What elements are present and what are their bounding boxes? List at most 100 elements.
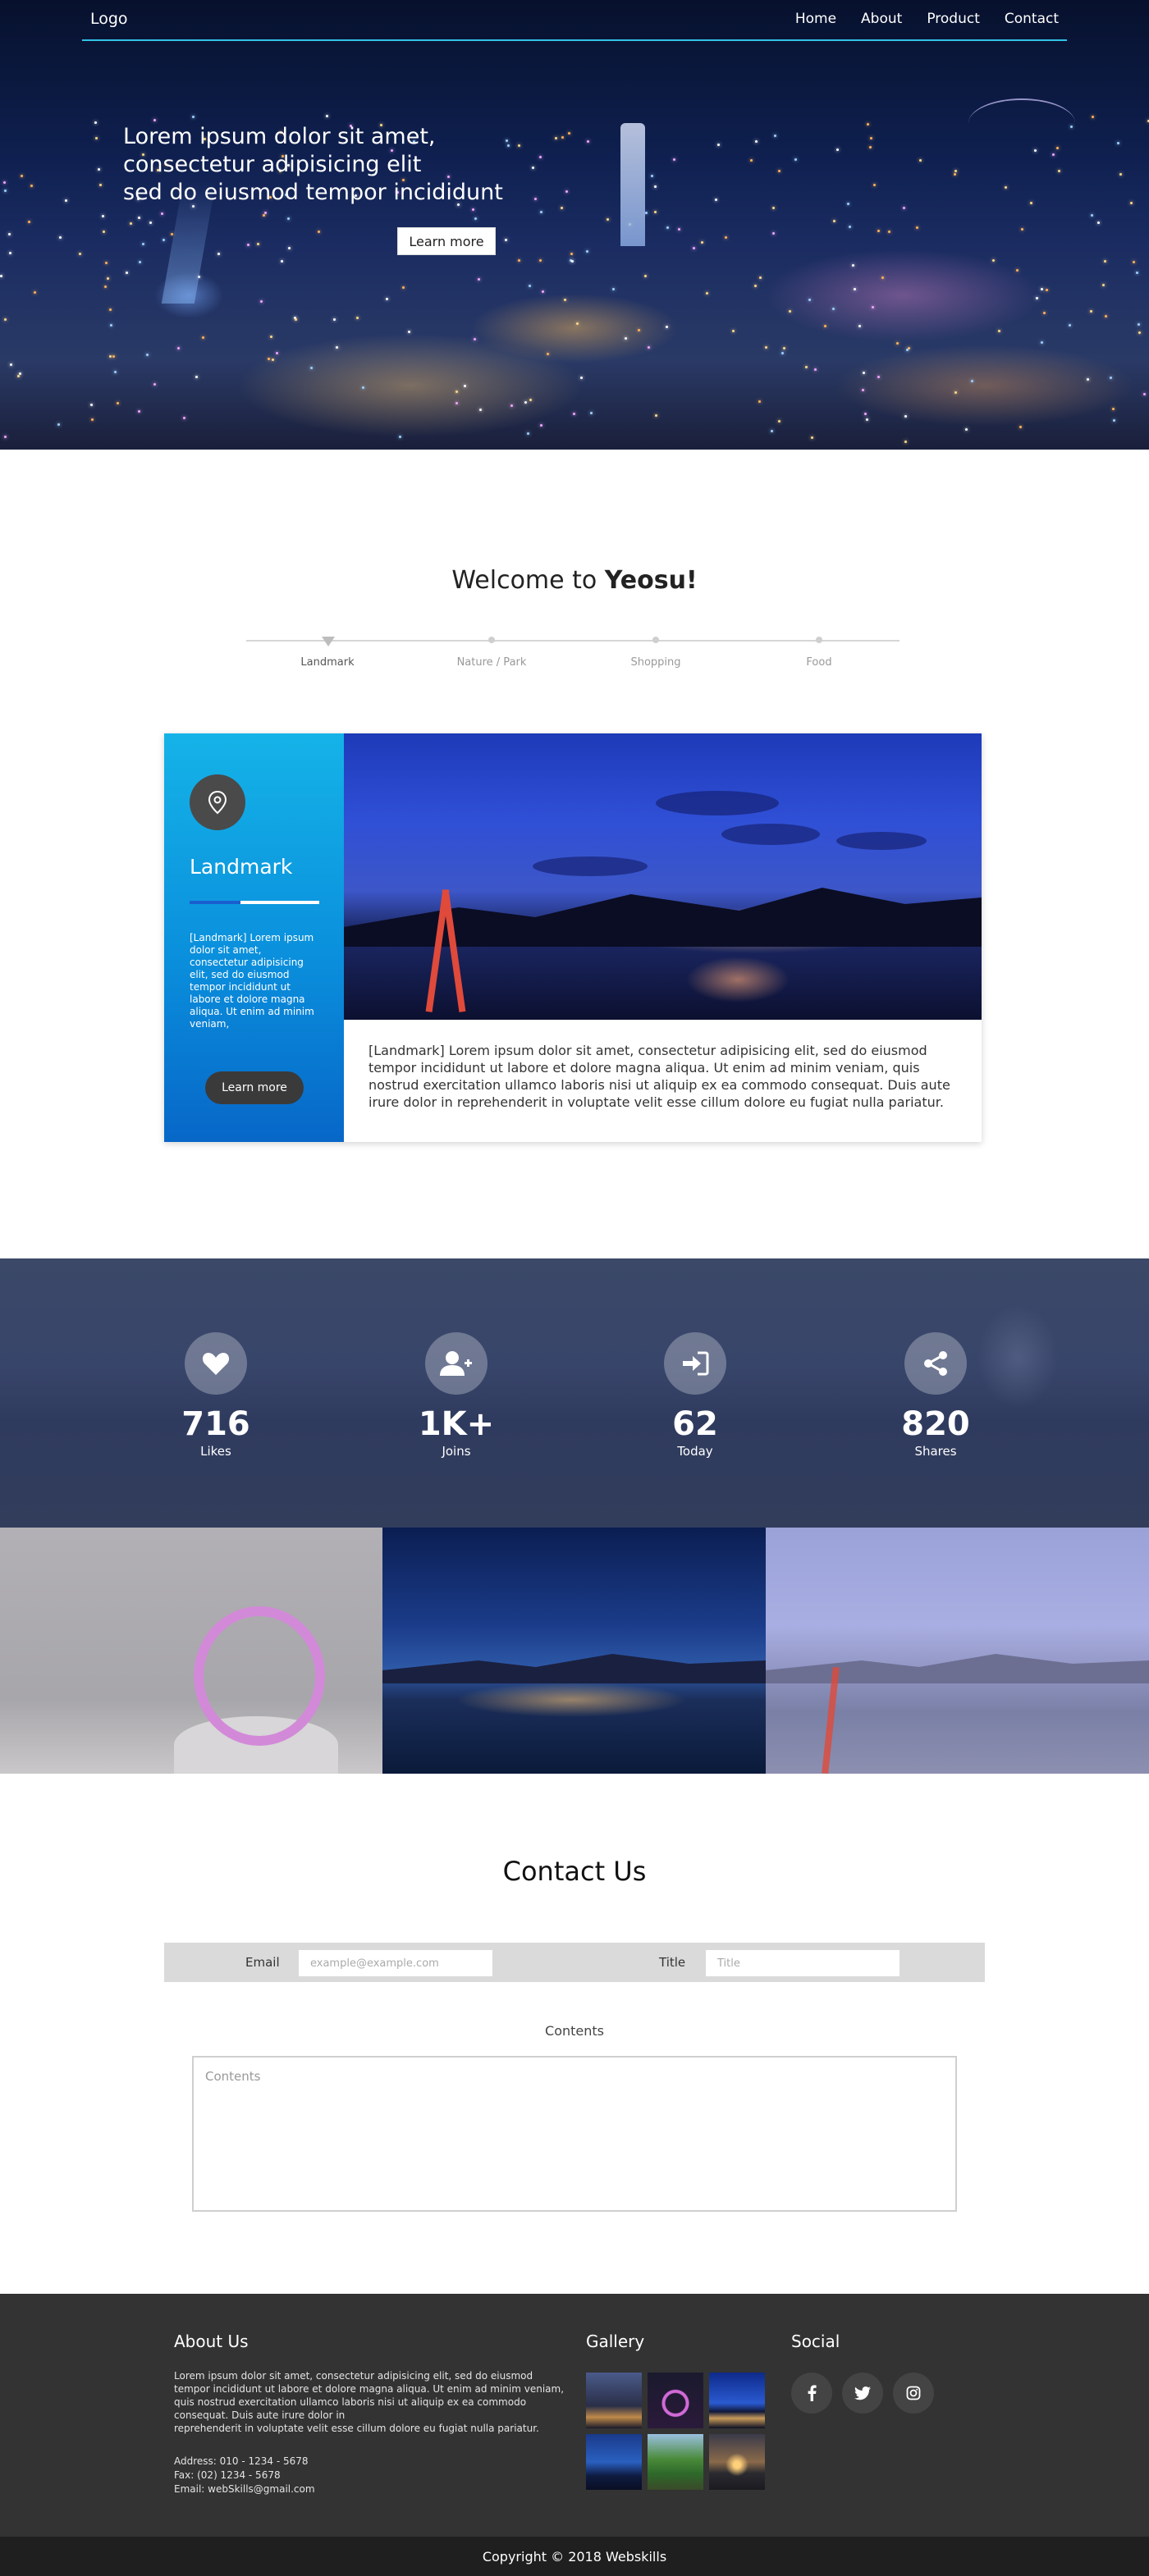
gallery-thumb[interactable]	[709, 2373, 765, 2428]
city-light	[870, 137, 872, 139]
city-light	[765, 346, 767, 349]
city-light	[4, 318, 7, 321]
city-light	[288, 247, 291, 249]
hero-section: Logo Home About Product Contact Lorem ip…	[0, 0, 1149, 450]
city-light	[1019, 426, 1022, 428]
city-light	[1021, 228, 1023, 231]
city-light	[564, 299, 566, 301]
city-light	[112, 355, 115, 358]
photo-cloud	[836, 832, 927, 850]
city-light	[651, 175, 653, 177]
city-light	[678, 228, 680, 231]
gallery-thumb[interactable]	[648, 2373, 703, 2428]
city-light	[811, 436, 813, 439]
stat-value: 820	[901, 1405, 970, 1443]
city-light	[1102, 284, 1105, 286]
city-light	[863, 372, 865, 374]
city-light	[1016, 269, 1019, 272]
city-light	[527, 432, 529, 435]
city-light	[832, 308, 835, 310]
city-light	[576, 322, 579, 325]
landmark-title: Landmark	[190, 855, 293, 879]
instagram-icon[interactable]	[893, 2373, 934, 2414]
landmark-learn-more-button[interactable]: Learn more	[205, 1071, 304, 1104]
city-light	[1041, 341, 1043, 344]
city-light	[542, 290, 544, 293]
city-light	[326, 115, 328, 117]
city-light	[103, 231, 105, 233]
tab-dot-nature	[488, 637, 495, 643]
city-light	[573, 413, 575, 415]
tab-landmark[interactable]: Landmark	[262, 656, 393, 669]
city-light	[916, 226, 918, 229]
logo[interactable]: Logo	[90, 10, 128, 28]
gallery-thumb[interactable]	[586, 2434, 642, 2490]
twitter-icon[interactable]	[842, 2373, 883, 2414]
city-light	[725, 236, 727, 239]
city-light	[754, 285, 757, 287]
city-light	[163, 239, 165, 241]
city-light	[192, 116, 195, 118]
city-light	[28, 221, 30, 223]
city-light	[896, 342, 899, 345]
nav-item-contact[interactable]: Contact	[1005, 11, 1059, 27]
city-light	[750, 159, 753, 162]
city-light	[1138, 331, 1141, 334]
city-light	[79, 253, 81, 255]
city-light	[1069, 324, 1071, 327]
hero-learn-more-button[interactable]: Learn more	[397, 227, 496, 255]
gallery-photo-ferris-wheel[interactable]	[0, 1528, 382, 1774]
city-light	[287, 217, 290, 220]
landmark-caption: [Landmark] Lorem ipsum dolor sit amet, c…	[369, 1043, 950, 1110]
city-light	[479, 409, 482, 411]
city-light	[717, 144, 720, 146]
contents-textarea[interactable]	[192, 2056, 957, 2212]
social-links	[791, 2373, 934, 2414]
facebook-icon[interactable]	[791, 2373, 832, 2414]
gallery-thumb[interactable]	[586, 2373, 642, 2428]
city-light	[666, 226, 669, 229]
nav-menu: Home About Product Contact	[795, 11, 1059, 27]
city-light	[295, 318, 297, 321]
city-light	[540, 424, 542, 427]
hero-city-lights	[0, 0, 1149, 450]
city-light	[654, 185, 657, 188]
city-light	[758, 400, 761, 403]
city-light	[529, 399, 532, 401]
city-light	[102, 215, 104, 217]
city-light	[1119, 173, 1122, 176]
tab-food[interactable]: Food	[753, 656, 885, 669]
stat-label: Likes	[200, 1444, 231, 1459]
city-light	[805, 366, 808, 368]
city-light	[1104, 260, 1106, 263]
gallery-photo-night-harbor[interactable]	[382, 1528, 766, 1774]
gallery-photo-bridge-dusk[interactable]	[766, 1528, 1149, 1774]
city-light	[268, 358, 270, 360]
city-light	[202, 336, 204, 339]
city-light	[561, 207, 563, 209]
about-us-text: Lorem ipsum dolor sit amet, consectetur …	[174, 2369, 568, 2435]
city-light	[1030, 202, 1032, 204]
city-light	[109, 308, 112, 311]
city-light	[8, 233, 11, 235]
email-field[interactable]	[299, 1950, 492, 1976]
city-light	[34, 291, 36, 294]
city-light	[904, 415, 907, 418]
tab-shopping[interactable]: Shopping	[590, 656, 721, 669]
city-light	[99, 184, 102, 186]
nav-item-home[interactable]: Home	[795, 11, 836, 27]
city-light	[971, 380, 973, 382]
title-field[interactable]	[706, 1950, 900, 1976]
tab-dot-shopping	[652, 637, 659, 643]
city-light	[648, 346, 650, 349]
gallery-thumb[interactable]	[648, 2434, 703, 2490]
city-light	[701, 241, 703, 244]
tabs-track	[246, 640, 900, 642]
city-light	[139, 261, 141, 263]
gallery-thumb[interactable]	[709, 2434, 765, 2490]
city-light	[257, 243, 259, 245]
nav-item-product[interactable]: Product	[927, 11, 980, 27]
tab-nature-park[interactable]: Nature / Park	[426, 656, 557, 669]
nav-item-about[interactable]: About	[861, 11, 902, 27]
hero-line-2: consectetur adipisicing elit	[123, 152, 422, 177]
